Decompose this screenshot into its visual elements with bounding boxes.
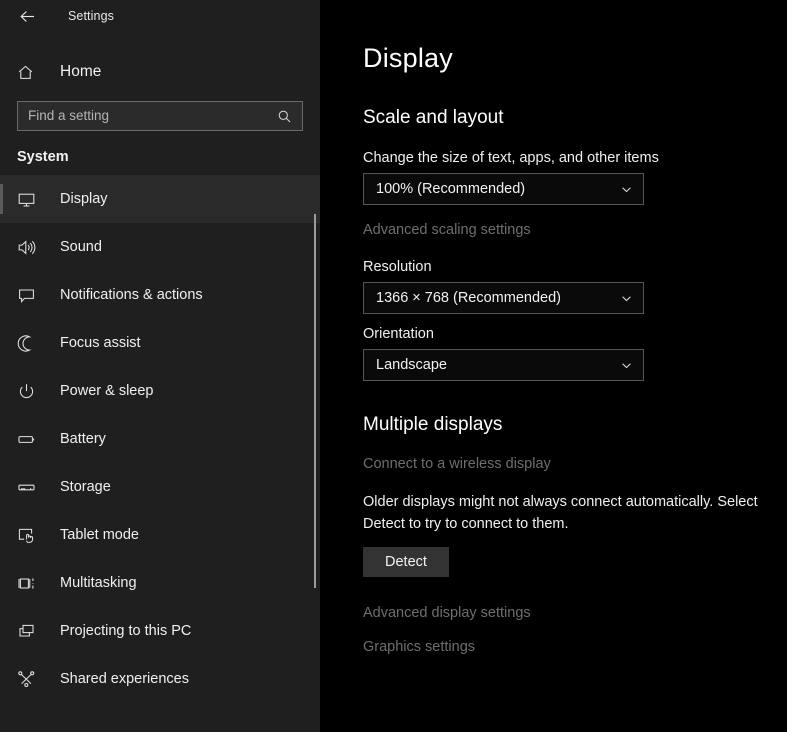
detect-button[interactable]: Detect bbox=[363, 547, 449, 578]
sidebar-item-focus-assist[interactable]: Focus assist bbox=[0, 319, 320, 367]
sidebar-item-sound-label: Sound bbox=[60, 239, 102, 255]
sidebar-item-multitasking[interactable]: Multitasking bbox=[0, 559, 320, 607]
sidebar-item-focus-assist-label: Focus assist bbox=[60, 335, 141, 351]
speaker-icon bbox=[17, 238, 41, 257]
monitor-icon bbox=[17, 190, 41, 209]
sidebar-item-notifications-label: Notifications & actions bbox=[60, 287, 203, 303]
page-title: Display bbox=[363, 43, 453, 73]
resolution-label: Resolution bbox=[363, 259, 432, 275]
home-icon bbox=[17, 64, 39, 81]
orientation-dropdown[interactable]: Landscape bbox=[363, 349, 644, 381]
sidebar-item-tablet-mode-label: Tablet mode bbox=[60, 527, 139, 543]
sidebar-item-shared-experiences[interactable]: Shared experiences bbox=[0, 655, 320, 703]
sidebar-scrollbar[interactable] bbox=[314, 200, 316, 590]
sidebar-item-storage-label: Storage bbox=[60, 479, 111, 495]
sidebar-item-battery-label: Battery bbox=[60, 431, 106, 447]
scale-dropdown-value: 100% (Recommended) bbox=[376, 181, 526, 197]
sidebar-item-display[interactable]: Display bbox=[0, 175, 320, 223]
scale-label: Change the size of text, apps, and other… bbox=[363, 150, 659, 166]
sidebar-item-power-sleep-label: Power & sleep bbox=[60, 383, 154, 399]
moon-icon bbox=[17, 334, 41, 353]
chevron-down-icon bbox=[620, 359, 633, 372]
sidebar-group-title: System bbox=[17, 149, 69, 165]
power-icon bbox=[17, 382, 41, 401]
battery-icon bbox=[17, 430, 41, 449]
sidebar-item-shared-experiences-label: Shared experiences bbox=[60, 671, 189, 687]
advanced-display-settings-link[interactable]: Advanced display settings bbox=[363, 605, 531, 621]
advanced-scaling-settings-link[interactable]: Advanced scaling settings bbox=[363, 222, 531, 238]
search-icon[interactable] bbox=[277, 109, 296, 124]
sidebar-item-notifications[interactable]: Notifications & actions bbox=[0, 271, 320, 319]
chevron-down-icon bbox=[620, 183, 633, 196]
sidebar-item-battery[interactable]: Battery bbox=[0, 415, 320, 463]
back-arrow-icon[interactable] bbox=[14, 3, 40, 29]
orientation-dropdown-value: Landscape bbox=[376, 357, 447, 373]
multitasking-icon bbox=[17, 574, 41, 593]
sidebar-item-storage[interactable]: Storage bbox=[0, 463, 320, 511]
tablet-touch-icon bbox=[17, 526, 41, 545]
settings-window: Settings Home System bbox=[0, 0, 787, 732]
connect-wireless-display-link[interactable]: Connect to a wireless display bbox=[363, 456, 551, 472]
sidebar-item-projecting[interactable]: Projecting to this PC bbox=[0, 607, 320, 655]
sidebar-item-sound[interactable]: Sound bbox=[0, 223, 320, 271]
sidebar-nav: Display Sound Notifications & actions Fo… bbox=[0, 175, 320, 703]
sidebar-item-projecting-label: Projecting to this PC bbox=[60, 623, 192, 639]
orientation-label: Orientation bbox=[363, 326, 434, 342]
sidebar-scrollbar-thumb[interactable] bbox=[314, 214, 316, 588]
title-bar: Settings bbox=[0, 0, 320, 32]
graphics-settings-link[interactable]: Graphics settings bbox=[363, 639, 475, 655]
multiple-displays-description: Older displays might not always connect … bbox=[363, 494, 758, 533]
app-title: Settings bbox=[68, 9, 114, 23]
drive-icon bbox=[17, 478, 41, 497]
resolution-dropdown[interactable]: 1366 × 768 (Recommended) bbox=[363, 282, 644, 314]
scale-dropdown[interactable]: 100% (Recommended) bbox=[363, 173, 644, 205]
sidebar-item-tablet-mode[interactable]: Tablet mode bbox=[0, 511, 320, 559]
chat-bubble-icon bbox=[17, 286, 41, 305]
search-box[interactable] bbox=[17, 101, 303, 131]
sidebar-item-power-sleep[interactable]: Power & sleep bbox=[0, 367, 320, 415]
chevron-down-icon bbox=[620, 292, 633, 305]
search-input[interactable] bbox=[28, 102, 277, 130]
sidebar-item-display-label: Display bbox=[60, 191, 108, 207]
sidebar-item-home-label: Home bbox=[60, 63, 102, 80]
main-content: Display Scale and layout Change the size… bbox=[320, 0, 787, 732]
share-nodes-icon bbox=[17, 670, 41, 689]
resolution-dropdown-value: 1366 × 768 (Recommended) bbox=[376, 290, 561, 306]
sidebar-item-multitasking-label: Multitasking bbox=[60, 575, 137, 591]
sidebar: Settings Home System bbox=[0, 0, 320, 732]
sidebar-item-home[interactable]: Home bbox=[0, 54, 320, 90]
scale-and-layout-heading: Scale and layout bbox=[363, 107, 504, 128]
projecting-icon bbox=[17, 622, 41, 641]
multiple-displays-heading: Multiple displays bbox=[363, 414, 503, 435]
